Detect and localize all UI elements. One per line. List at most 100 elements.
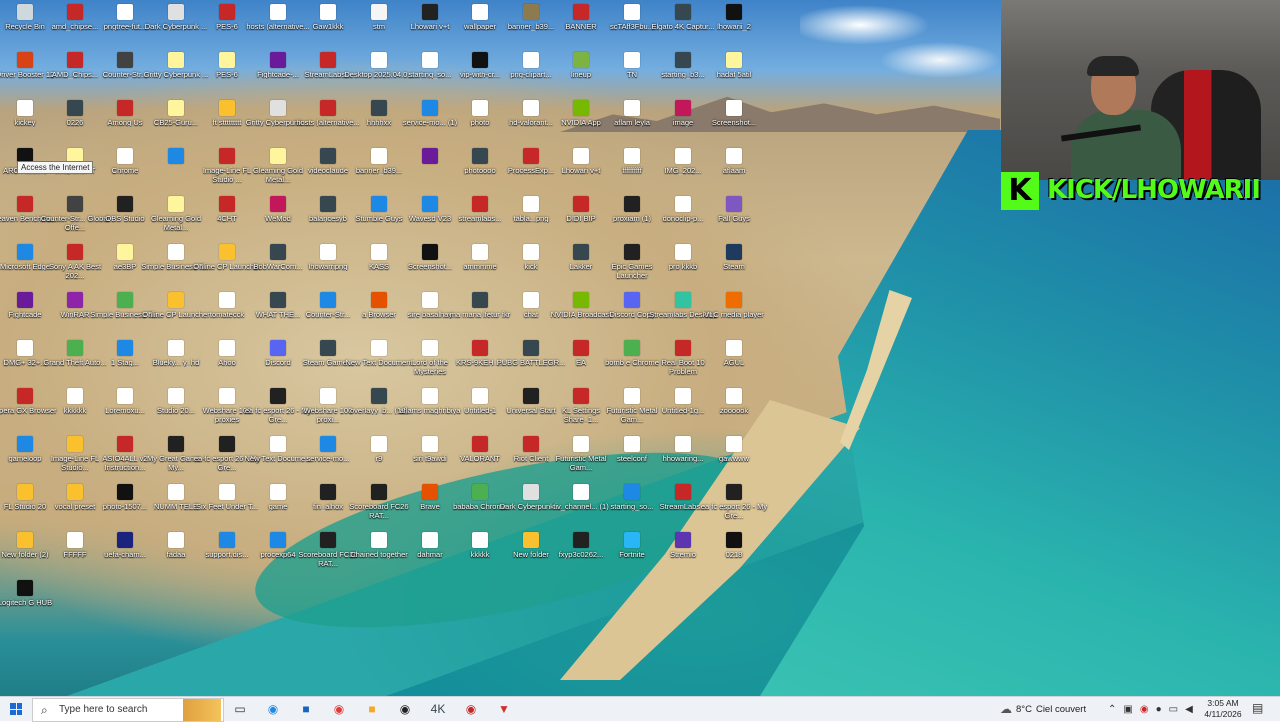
- taskbar-app-chrome[interactable]: ◉: [323, 697, 355, 721]
- start-button[interactable]: [0, 697, 32, 721]
- desktop-icon-image: [675, 100, 691, 116]
- desktop-icon[interactable]: hadaf 5atil: [699, 52, 769, 98]
- streamer-cap: [1087, 56, 1139, 76]
- desktop[interactable]: Recycle Bin amd_chipse... pngtree-fut... Da…: [0, 0, 1280, 696]
- tray-app-icon[interactable]: ▣: [1123, 704, 1132, 715]
- kick-channel-banner: K KICK/LHOWARII: [1001, 170, 1280, 210]
- network-icon[interactable]: ▭: [1169, 704, 1178, 715]
- desktop-icon-image: [320, 100, 336, 116]
- taskbar-app-outlook[interactable]: ■: [290, 697, 322, 721]
- desktop-icon[interactable]: Screenshot...: [699, 100, 769, 146]
- desktop-icon-image: [472, 532, 488, 548]
- desktop-icon-image: [472, 100, 488, 116]
- desktop-icon-image: [67, 532, 83, 548]
- task-view-icon: ▭: [234, 702, 246, 716]
- desktop-icon[interactable]: 0218: [699, 532, 769, 578]
- weather-widget[interactable]: ☁ 8°C Ciel couvert: [1000, 697, 1086, 721]
- desktop-icon-image: [726, 388, 742, 404]
- desktop-icon-image: [320, 4, 336, 20]
- desktop-icon-image: [67, 52, 83, 68]
- desktop-icon-image: [219, 436, 235, 452]
- desktop-icon[interactable]: gawwww: [699, 436, 769, 482]
- desktop-icon-image: [270, 436, 286, 452]
- desktop-icon-image: [219, 4, 235, 20]
- desktop-icon-image: [168, 388, 184, 404]
- desktop-icon-image: [675, 292, 691, 308]
- taskbar-app-streamlabs[interactable]: ◉: [455, 697, 487, 721]
- taskbar-search-box[interactable]: ⌕ Type here to search: [32, 698, 224, 722]
- desktop-icon-image: [67, 340, 83, 356]
- desktop-icon[interactable]: zoooook: [699, 388, 769, 434]
- desktop-icon-image: [67, 484, 83, 500]
- desktop-icon-image: [270, 292, 286, 308]
- desktop-icon[interactable]: aflaam: [699, 148, 769, 194]
- desktop-icon-image: [219, 100, 235, 116]
- desktop-icon-image: [422, 388, 438, 404]
- desktop-icon[interactable]: Logitech G HUB: [0, 580, 60, 626]
- desktop-icon-image: [472, 292, 488, 308]
- desktop-icon-image: [726, 292, 742, 308]
- desktop-icon-image: [320, 196, 336, 212]
- desktop-icon-image: [17, 196, 33, 212]
- desktop-icon[interactable]: Fall Guys: [699, 196, 769, 242]
- desktop-icon-image: [624, 4, 640, 20]
- desktop-icon[interactable]: ea fc esport 26 - My Gre...: [699, 484, 769, 530]
- app-red-icon: ▼: [498, 702, 510, 716]
- desktop-icon-image: [726, 100, 742, 116]
- desktop-icon-image: [472, 436, 488, 452]
- desktop-icon[interactable]: AGUL: [699, 340, 769, 386]
- clock-time: 3:05 AM: [1207, 698, 1239, 708]
- volume-icon[interactable]: ◀: [1185, 704, 1193, 715]
- windows-logo-icon: [10, 703, 22, 715]
- desktop-icon[interactable]: lhowarii_2: [699, 4, 769, 50]
- desktop-icon-image: [675, 196, 691, 212]
- desktop-icon-image: [573, 532, 589, 548]
- desktop-icon-image: [320, 244, 336, 260]
- desktop-icon-label: 0218: [725, 550, 743, 559]
- desktop-icon-image: [168, 436, 184, 452]
- desktop-icon-image: [726, 436, 742, 452]
- desktop-icon-image: [573, 52, 589, 68]
- search-icon: ⌕: [41, 703, 48, 717]
- chrome-icon: ◉: [333, 702, 345, 716]
- desktop-icon-image: [117, 196, 133, 212]
- desktop-icon-image: [624, 388, 640, 404]
- desktop-icon-image: [67, 388, 83, 404]
- taskbar-app-elgato[interactable]: 4K: [422, 697, 454, 721]
- desktop-icon-image: [726, 532, 742, 548]
- desktop-icon[interactable]: Steam: [699, 244, 769, 290]
- system-tray: ⌃ ▣ ◉ ● ▭ ◀: [1108, 697, 1193, 721]
- taskbar-app-app-red[interactable]: ▼: [488, 697, 520, 721]
- desktop-icon-image: [168, 4, 184, 20]
- notification-icon[interactable]: ▤: [1252, 701, 1263, 715]
- desktop-icon-image: [168, 292, 184, 308]
- desktop-icon-image: [573, 388, 589, 404]
- desktop-icon-image: [17, 484, 33, 500]
- desktop-icon-image: [117, 436, 133, 452]
- desktop-icon-image: [422, 4, 438, 20]
- clock[interactable]: 3:05 AM 4/11/2026: [1196, 698, 1250, 720]
- desktop-icon-image: [67, 100, 83, 116]
- microphone-icon[interactable]: ●: [1156, 704, 1162, 715]
- desktop-icon-image: [270, 388, 286, 404]
- taskbar-app-task-view[interactable]: ▭: [224, 697, 256, 721]
- outlook-icon: ■: [302, 702, 310, 716]
- taskbar-app-file-explorer[interactable]: ■: [356, 697, 388, 721]
- desktop-icon-image: [675, 388, 691, 404]
- desktop-icon-image: [17, 436, 33, 452]
- desktop-icon-image: [168, 340, 184, 356]
- chevron-up-icon[interactable]: ⌃: [1108, 704, 1116, 715]
- desktop-icon-image: [472, 388, 488, 404]
- desktop-icon-image: [422, 100, 438, 116]
- search-placeholder: Type here to search: [59, 704, 148, 715]
- tray-app-icon[interactable]: ◉: [1140, 704, 1149, 715]
- desktop-icon-image: [371, 532, 387, 548]
- taskbar-app-edge[interactable]: ◉: [257, 697, 289, 721]
- desktop-icon-image: [168, 484, 184, 500]
- desktop-icon-image: [17, 580, 33, 596]
- desktop-icon-image: [422, 436, 438, 452]
- desktop-icon[interactable]: VLC media player: [699, 292, 769, 338]
- desktop-icon-label: Fall Guys: [718, 214, 750, 223]
- desktop-icon-image: [270, 4, 286, 20]
- taskbar-app-obs[interactable]: ◉: [389, 697, 421, 721]
